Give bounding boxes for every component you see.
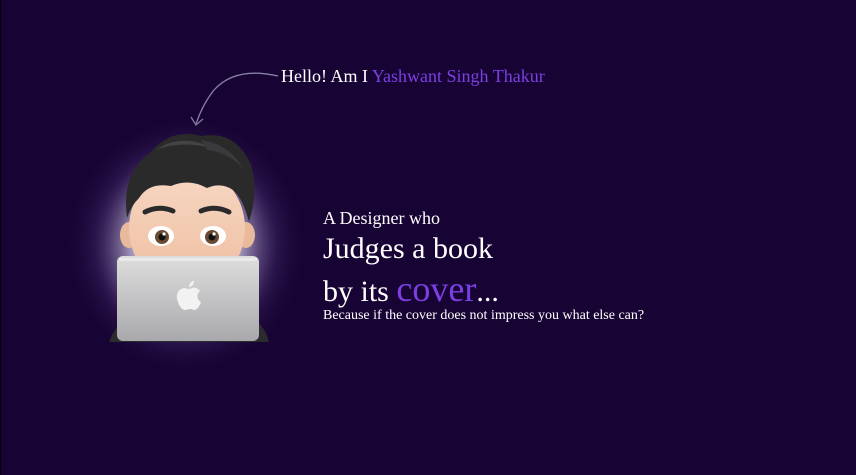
memoji-avatar-with-laptop xyxy=(64,115,308,375)
tagline: A Designer who Judges a book by its cove… xyxy=(323,207,644,324)
tagline-line-3-suffix: ... xyxy=(476,275,499,308)
tagline-accent-word: cover xyxy=(396,269,477,309)
tagline-line-3-prefix: by its xyxy=(323,275,389,308)
greeting-text: Hello! Am I Yashwant Singh Thakur xyxy=(281,65,545,87)
author-name: Yashwant Singh Thakur xyxy=(371,66,545,86)
greeting-prefix: Hello! Am I xyxy=(281,66,368,86)
tagline-line-2: Judges a book xyxy=(323,232,493,265)
tagline-line-1: A Designer who xyxy=(323,208,440,228)
tagline-line-3: by its cover... xyxy=(323,271,644,310)
hero-section: Hello! Am I Yashwant Singh Thakur A Desi… xyxy=(1,0,856,475)
tagline-subtext: Because if the cover does not impress yo… xyxy=(323,308,645,323)
